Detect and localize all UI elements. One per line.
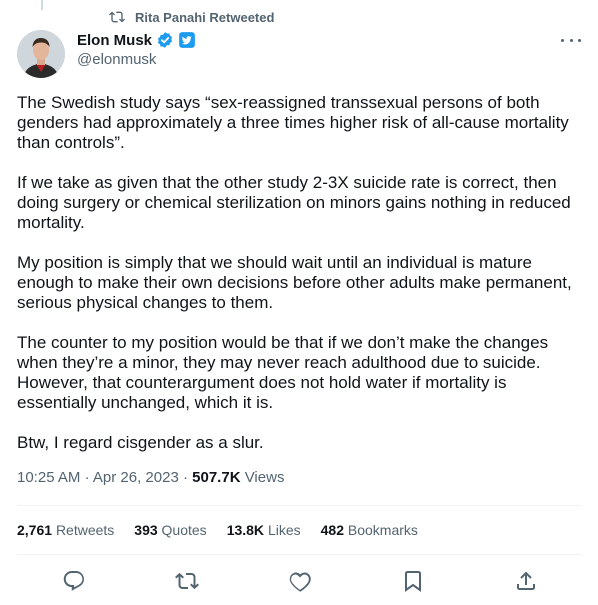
tweet-paragraph: The counter to my position would be that…: [17, 333, 549, 412]
likes-stat[interactable]: 13.8K Likes: [227, 522, 301, 538]
tweet-paragraph: My position is simply that we should wai…: [17, 253, 572, 312]
action-bar: [17, 566, 581, 596]
more-dot: [569, 38, 573, 42]
tweet-date[interactable]: Apr 26, 2023: [93, 469, 179, 486]
tweet-text: The Swedish study says “sex-reassigned t…: [17, 93, 583, 473]
thread-connector: [41, 0, 43, 10]
retweets-count: 2,761: [17, 522, 53, 538]
quotes-stat[interactable]: 393 Quotes: [134, 522, 206, 538]
likes-label: Likes: [267, 522, 301, 538]
more-dot: [578, 38, 581, 42]
quotes-label: Quotes: [161, 522, 207, 538]
engagement-stats: 2,761 Retweets 393 Quotes 13.8K Likes 48…: [17, 522, 438, 538]
retweet-icon[interactable]: [175, 569, 199, 593]
tweet-paragraph: Btw, I regard cisgender as a slur.: [17, 433, 264, 452]
tweet-meta: 10:25 AM · Apr 26, 2023 · 507.7K Views: [17, 469, 284, 486]
author-name[interactable]: Elon Musk: [77, 32, 152, 49]
tweet-paragraph: If we take as given that the other study…: [17, 173, 571, 232]
divider: [17, 505, 581, 506]
heart-icon[interactable]: [288, 569, 312, 593]
bookmarks-count: 482: [320, 522, 344, 538]
retweet-context: Rita Panahi Retweeted: [109, 8, 274, 26]
more-dot: [561, 38, 564, 42]
retweet-context-text[interactable]: Rita Panahi Retweeted: [135, 10, 274, 25]
tweet-time[interactable]: 10:25 AM: [17, 469, 80, 486]
author-avatar[interactable]: [17, 30, 65, 78]
quotes-count: 393: [134, 522, 158, 538]
bookmarks-label: Bookmarks: [347, 522, 418, 538]
more-icon[interactable]: [561, 33, 581, 47]
retweets-stat[interactable]: 2,761 Retweets: [17, 522, 114, 538]
verified-badge-icon[interactable]: [156, 31, 174, 49]
twitter-bird-badge-icon[interactable]: [178, 31, 196, 49]
retweets-label: Retweets: [55, 522, 115, 538]
bookmark-icon[interactable]: [401, 569, 425, 593]
views-count: 507.7K: [192, 469, 241, 486]
author-name-row: Elon Musk: [77, 31, 196, 49]
views-label: Views: [244, 469, 285, 486]
reply-icon[interactable]: [62, 569, 86, 593]
share-icon[interactable]: [514, 569, 538, 593]
retweet-context-icon: [109, 9, 125, 25]
bookmarks-stat[interactable]: 482 Bookmarks: [321, 522, 418, 538]
divider: [17, 554, 581, 555]
author-handle[interactable]: @elonmusk: [77, 51, 156, 68]
likes-count: 13.8K: [226, 522, 265, 538]
tweet-paragraph: The Swedish study says “sex-reassigned t…: [17, 93, 569, 152]
meta-separator: ·: [84, 469, 90, 486]
meta-separator: ·: [182, 469, 188, 486]
